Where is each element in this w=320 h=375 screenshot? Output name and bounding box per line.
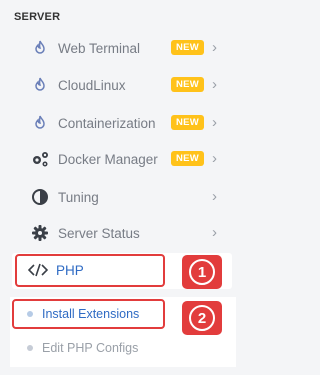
chevron-right-icon: › [212,224,217,241]
sidebar-item-cloudlinux[interactable]: CloudLinux NEW › [16,67,231,103]
chevron-right-icon: › [212,150,217,167]
submenu-item-edit-php-configs[interactable]: Edit PHP Configs [10,333,236,363]
contrast-icon [30,187,50,207]
step-1-badge: 1 [182,255,222,289]
submenu-item-label: Edit PHP Configs [42,341,139,355]
chevron-right-icon: › [212,114,217,131]
new-badge: NEW [171,40,205,55]
chevron-right-icon: › [212,76,217,93]
sidebar-item-tuning[interactable]: Tuning › [16,179,231,215]
flame-icon [30,113,50,133]
sidebar-item-label: Tuning [58,189,99,205]
sidebar-item-server-status[interactable]: Server Status › [16,215,231,251]
sidebar-item-label: CloudLinux [58,77,126,93]
sidebar-item-label: Containerization [58,115,156,131]
sidebar-item-label: Server Status [58,225,140,241]
flame-icon [30,38,50,58]
sidebar-item-containerization[interactable]: Containerization NEW › [16,105,231,141]
sidebar-item-label: Docker Manager [58,151,158,167]
chevron-right-icon: › [212,188,217,205]
gears-icon [30,149,50,169]
new-badge: NEW [171,77,205,92]
new-badge: NEW [171,115,205,130]
section-title: SERVER [14,11,61,23]
flame-icon [30,75,50,95]
install-extensions-highlight-box [12,299,165,329]
sidebar-item-web-terminal[interactable]: Web Terminal NEW › [16,30,231,66]
step-2-badge: 2 [182,301,222,335]
sidebar-item-label: Web Terminal [58,40,141,56]
php-highlight-box [15,254,165,287]
new-badge: NEW [171,151,205,166]
chevron-right-icon: › [212,39,217,56]
bullet-dot-icon [27,345,33,351]
cog-icon [30,223,50,243]
sidebar-item-docker-manager[interactable]: Docker Manager NEW › [16,141,231,177]
